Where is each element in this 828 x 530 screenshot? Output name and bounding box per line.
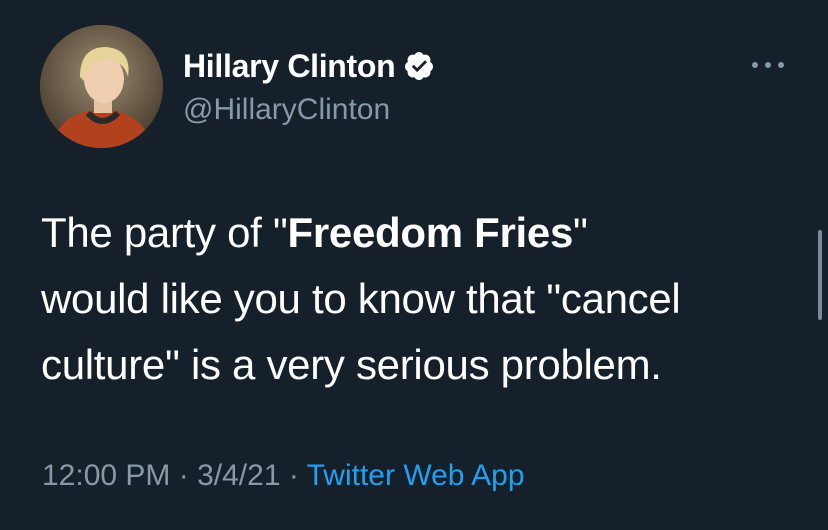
tweet-date[interactable]: 3/4/21 (197, 459, 280, 492)
tweet-card: Hillary Clinton @HillaryClinton The part… (0, 0, 828, 530)
tweet-line-3: culture" is a very serious problem. (41, 341, 662, 388)
tweet-line-1-prefix: The party of " (41, 209, 288, 256)
tweet-text: The party of "Freedom Fries" would like … (41, 200, 801, 398)
tweet-line-1-suffix: " (573, 209, 588, 256)
tweet-time[interactable]: 12:00 PM (42, 459, 170, 492)
scrollbar[interactable] (818, 230, 822, 320)
tweet-line-2: would like you to know that "cancel (41, 275, 681, 322)
display-name[interactable]: Hillary Clinton (183, 46, 396, 86)
tweet-source[interactable]: Twitter Web App (307, 459, 525, 492)
tweet-meta: 12:00 PM · 3/4/21 · Twitter Web App (42, 456, 525, 496)
avatar[interactable] (40, 25, 163, 148)
verified-badge-icon (403, 50, 435, 82)
more-options-icon[interactable] (752, 56, 784, 74)
tweet-line-1-bold: Freedom Fries (287, 209, 574, 256)
meta-separator: · (170, 459, 198, 492)
author-name-row[interactable]: Hillary Clinton (183, 46, 435, 86)
avatar-image (40, 25, 163, 148)
author-handle[interactable]: @HillaryClinton (183, 90, 390, 130)
meta-separator: · (280, 459, 307, 492)
tweet-line-1: The party of "Freedom Fries" (41, 200, 801, 266)
